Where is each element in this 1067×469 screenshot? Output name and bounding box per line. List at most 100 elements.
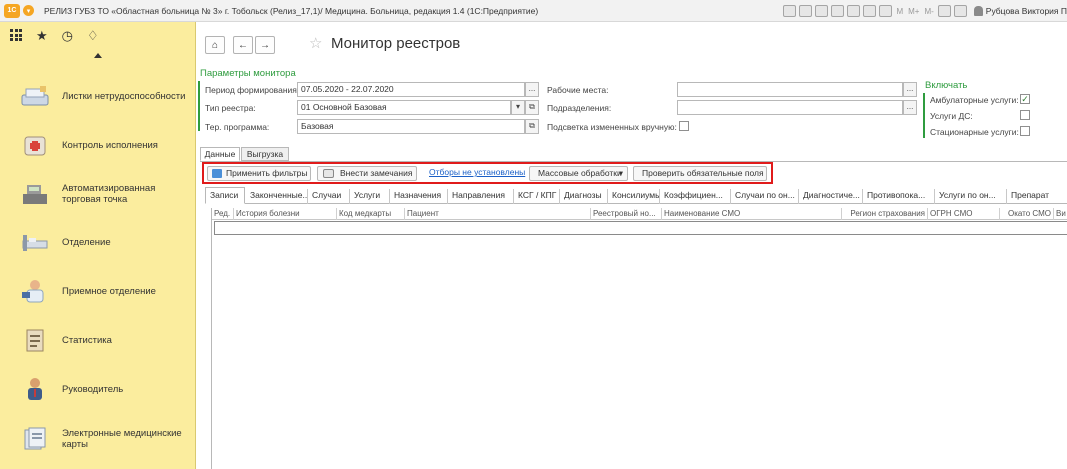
arrow-right-icon: → [260,39,270,51]
cash-register-icon [23,185,47,204]
arrow-left-icon: ← [238,39,248,51]
departments-select-button[interactable]: ... [903,100,917,115]
ambulatory-label: Амбулаторные услуги: [930,95,1019,105]
sidebar-item-label: Электронные медицинские карты [62,428,182,450]
table-row[interactable] [214,221,1067,235]
inpatient-label: Стационарные услуги: [930,127,1019,137]
memory-button-m-minus[interactable]: M- [924,7,933,16]
download-icon[interactable] [831,5,845,17]
col-registry-number[interactable]: Реестровый но... [591,208,662,220]
highlight-label: Подсветка измененных вручную: [547,122,677,132]
subtab-oncology-cases[interactable]: Случаи по он... [731,189,799,204]
subtab-services[interactable]: Услуги [350,189,390,204]
apps-grid-icon[interactable] [10,29,22,41]
tab-data[interactable]: Данные [200,147,240,161]
preview-icon[interactable] [815,5,829,17]
sidebar-item-department[interactable]: Отделение [0,220,196,264]
notifications-bell-icon[interactable]: ♢ [87,29,99,42]
subtab-coefficients[interactable]: Коэффициен... [660,189,731,204]
registry-type-label: Тип реестра: [205,103,256,113]
subtab-consiliums[interactable]: Консилиумы [608,189,660,204]
subtab-finished[interactable]: Законченные... [246,189,308,204]
workplaces-field[interactable] [677,82,903,97]
app-logo-icon[interactable]: 1С [4,3,20,18]
subtab-prescriptions[interactable]: Назначения [390,189,448,204]
subtab-referrals[interactable]: Направления [448,189,514,204]
workplaces-label: Рабочие места: [547,85,609,95]
col-insurance-region[interactable]: Регион страхования [842,208,928,220]
program-field[interactable]: Базовая [297,119,525,134]
clipboard-icon [26,329,44,352]
ward-bed-icon [22,235,48,251]
home-button[interactable]: ⌂ [205,36,225,54]
include-section-title: Включать [925,80,968,91]
memory-button-m[interactable]: M [896,7,903,16]
sidebar-item-statistics[interactable]: Статистика [0,318,196,362]
highlight-checkbox[interactable] [679,121,689,131]
sidebar-item-admission[interactable]: Приемное отделение [0,269,196,313]
subtab-diagnoses[interactable]: Диагнозы [560,189,608,204]
favorite-star-icon[interactable]: ☆ [309,34,322,52]
back-button[interactable]: ← [233,36,253,54]
period-select-button[interactable]: ... [525,82,539,97]
workplaces-select-button[interactable]: ... [903,82,917,97]
zoom-icon[interactable] [937,5,951,17]
checkmark-icon: ✓ [1021,94,1029,104]
subtab-oncology-services[interactable]: Услуги по он... [935,189,1007,204]
doctor-icon [22,280,44,303]
program-open-button[interactable]: ⧉ [525,119,539,134]
registry-type-dropdown[interactable]: ▾ [511,100,525,115]
first-aid-icon [24,136,46,156]
sidebar-item-execution-control[interactable]: Контроль исполнения [0,123,196,167]
favorites-star-icon[interactable]: ★ [36,29,48,42]
sidebar-item-label: Листки нетрудоспособности [62,90,186,102]
subtab-ksg[interactable]: КСГ / КПГ [514,189,560,204]
link-icon[interactable] [847,5,861,17]
col-history[interactable]: История болезни [234,208,337,220]
calendar-icon[interactable] [879,5,893,17]
forward-button[interactable]: → [255,36,275,54]
registry-type-open-button[interactable]: ⧉ [525,100,539,115]
sidebar-item-label: Приемное отделение [62,285,156,297]
period-field[interactable]: 07.05.2020 - 22.07.2020 [297,82,525,97]
col-smo-okato[interactable]: Окато СМО [1000,208,1054,220]
registry-subtabs: Записи Законченные... Случаи Услуги Назн… [205,186,1067,204]
departments-field[interactable] [677,100,903,115]
title-bar-tools: M M+ M- Рубцова Виктория П [783,3,1067,19]
ds-checkbox[interactable] [1020,110,1030,120]
open-form-icon: ⧉ [529,102,535,111]
sidebar-item-emr[interactable]: Электронные медицинские карты [0,417,196,461]
col-smo-name[interactable]: Наименование СМО [662,208,842,220]
main-menu-chevron-icon[interactable]: ▾ [23,5,34,16]
print-icon[interactable] [799,5,813,17]
main-area: ⌂ ← → ☆ Монитор реестров Параметры монит… [197,22,1067,469]
sidebar-item-sick-leave[interactable]: Листки нетрудоспособности [0,74,196,118]
window-layout-icon[interactable] [953,5,967,17]
sidebar-item-pos[interactable]: Автоматизированная торговая точка [0,172,196,216]
col-type[interactable]: Ви [1054,208,1067,220]
tab-export[interactable]: Выгрузка [241,147,289,161]
col-edit[interactable]: Ред. [212,208,234,220]
calculator-icon[interactable] [863,5,877,17]
inpatient-checkbox[interactable] [1020,126,1030,136]
history-icon[interactable]: ◷ [62,29,73,42]
sidebar-item-label: Руководитель [62,383,124,395]
sidebar-scroll-up[interactable] [0,48,195,62]
col-patient[interactable]: Пациент [405,208,591,220]
user-name[interactable]: Рубцова Виктория П [986,6,1067,16]
col-smo-ogrn[interactable]: ОГРН СМО [928,208,1000,220]
subtab-cases[interactable]: Случаи [308,189,350,204]
subtab-drugs[interactable]: Препарат [1007,189,1067,204]
col-card-code[interactable]: Код медкарты [337,208,405,220]
manager-icon [28,378,42,400]
params-section-title: Параметры монитора [200,68,296,79]
subtab-contraindications[interactable]: Противопока... [863,189,935,204]
subtab-diagnostics[interactable]: Диагностиче... [799,189,863,204]
sidebar-item-manager[interactable]: Руководитель [0,367,196,411]
save-icon[interactable] [783,5,797,17]
memory-button-m-plus[interactable]: M+ [908,7,919,16]
registry-type-field[interactable]: 01 Основной Базовая [297,100,511,115]
ambulatory-checkbox[interactable]: ✓ [1020,94,1030,104]
subtab-records[interactable]: Записи [205,187,245,204]
sick-leave-icon [21,86,49,106]
